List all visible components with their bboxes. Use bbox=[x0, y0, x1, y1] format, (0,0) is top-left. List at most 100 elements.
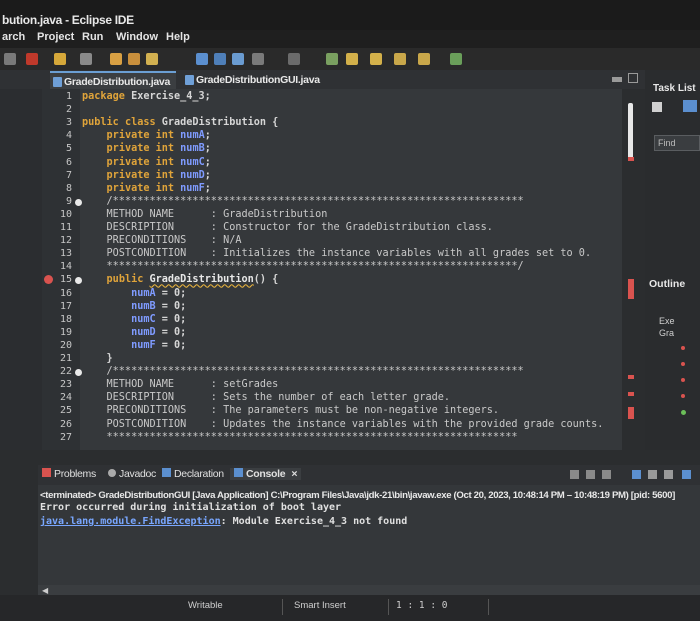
new-task-icon[interactable] bbox=[652, 102, 662, 112]
code-line[interactable]: } bbox=[82, 353, 113, 364]
line-number: 13 bbox=[59, 248, 72, 260]
outline-item[interactable]: Gra bbox=[659, 328, 674, 338]
marker[interactable] bbox=[628, 392, 634, 396]
line-number: 12 bbox=[59, 235, 72, 247]
forward-icon[interactable] bbox=[394, 53, 406, 65]
code-line[interactable]: public class GradeDistribution { bbox=[82, 117, 278, 128]
code-line[interactable]: /***************************************… bbox=[82, 196, 524, 207]
find-input[interactable]: Find bbox=[654, 135, 700, 151]
code-line[interactable]: public GradeDistribution() { bbox=[82, 274, 279, 285]
code-line[interactable]: ****************************************… bbox=[82, 261, 524, 272]
tab-declaration[interactable]: Declaration bbox=[162, 468, 224, 480]
java-file-icon bbox=[53, 77, 62, 87]
previous-edit-icon[interactable] bbox=[346, 53, 358, 65]
outline-title[interactable]: Outline bbox=[649, 278, 685, 290]
highlight-icon[interactable] bbox=[196, 53, 208, 65]
word-wrap-icon[interactable] bbox=[664, 470, 673, 479]
code-line[interactable]: DESCRIPTION : Constructor for the GradeD… bbox=[82, 222, 493, 233]
code-line[interactable]: private int numA; bbox=[82, 130, 211, 141]
scroll-left-icon[interactable]: ◀ bbox=[42, 586, 48, 595]
field-dot-icon bbox=[681, 346, 685, 350]
remove-all-icon[interactable] bbox=[602, 470, 611, 479]
code-line[interactable]: PRECONDITIONS : N/A bbox=[82, 235, 242, 246]
code-line[interactable]: numC = 0; bbox=[82, 314, 186, 325]
code-line[interactable]: /***************************************… bbox=[82, 366, 524, 377]
arrow-right-icon[interactable] bbox=[418, 53, 430, 65]
menu-search[interactable]: arch bbox=[2, 31, 25, 43]
new-icon[interactable] bbox=[54, 53, 66, 65]
code-editor[interactable]: 1 2 3 4 5 6 7 8 9 10 11 12 13 14 15 16 17 18 19 20 21 22 23 24 2… bbox=[42, 89, 635, 450]
tab-console[interactable]: Console × bbox=[230, 468, 302, 480]
code-line[interactable]: ****************************************… bbox=[82, 432, 518, 443]
menu-help[interactable]: Help bbox=[166, 31, 190, 43]
exception-link[interactable]: java.lang.module.FindException bbox=[40, 516, 221, 527]
tab-grade-distribution-gui[interactable]: GradeDistributionGUI.java bbox=[182, 71, 322, 89]
menu-project[interactable]: Project bbox=[37, 31, 74, 43]
bug-icon[interactable] bbox=[26, 53, 38, 65]
code-line[interactable]: POSTCONDITION : Initializes the instance… bbox=[82, 248, 592, 259]
menu-window[interactable]: Window bbox=[116, 31, 158, 43]
code-line[interactable]: private int numB; bbox=[82, 143, 211, 154]
divider bbox=[488, 599, 489, 615]
marker[interactable] bbox=[628, 157, 634, 161]
line-number: 6 bbox=[65, 156, 72, 168]
annotation-icon[interactable] bbox=[288, 53, 300, 65]
code-line[interactable]: numB = 0; bbox=[82, 301, 186, 312]
toolbar-icon[interactable] bbox=[4, 53, 16, 65]
perspective-icon[interactable] bbox=[450, 53, 462, 65]
block-select-icon[interactable] bbox=[214, 53, 226, 65]
pencil-icon[interactable] bbox=[146, 53, 158, 65]
overview-ruler bbox=[622, 89, 640, 450]
mark-occurrences-icon[interactable] bbox=[232, 53, 244, 65]
show-whitespace-icon[interactable] bbox=[252, 53, 264, 65]
exception-message: : Module Exercise_4_3 not found bbox=[220, 516, 408, 527]
fold-collapse-icon[interactable] bbox=[75, 369, 82, 377]
terminate-icon[interactable] bbox=[570, 470, 579, 479]
tab-label: Console bbox=[246, 468, 286, 480]
code-line[interactable]: DESCRIPTION : Sets the number of each le… bbox=[82, 392, 450, 403]
fold-collapse-icon[interactable] bbox=[75, 198, 82, 206]
task-list-title[interactable]: Task List bbox=[653, 83, 696, 94]
code-line[interactable]: METHOD NAME : setGrades bbox=[82, 379, 279, 390]
tab-javadoc[interactable]: Javadoc bbox=[108, 468, 156, 480]
scroll-lock-icon[interactable] bbox=[648, 470, 657, 479]
fold-collapse-icon[interactable] bbox=[75, 277, 82, 285]
code-line[interactable]: numD = 0; bbox=[82, 327, 186, 338]
line-number: 4 bbox=[65, 130, 72, 142]
clear-console-icon[interactable] bbox=[632, 470, 641, 479]
tab-problems[interactable]: Problems bbox=[42, 468, 96, 480]
tab-label: GradeDistributionGUI.java bbox=[196, 74, 320, 86]
tab-grade-distribution[interactable]: GradeDistribution.java × bbox=[50, 71, 176, 106]
maximize-icon[interactable] bbox=[628, 73, 638, 83]
menu-run[interactable]: Run bbox=[82, 31, 103, 43]
divider bbox=[282, 599, 283, 615]
marker[interactable] bbox=[628, 279, 634, 299]
console-output[interactable]: <terminated> GradeDistributionGUI [Java … bbox=[38, 485, 700, 595]
next-annotation-icon[interactable] bbox=[326, 53, 338, 65]
console-horizontal-scrollbar[interactable]: ◀ bbox=[38, 585, 700, 595]
remove-launch-icon[interactable] bbox=[586, 470, 595, 479]
close-icon[interactable]: × bbox=[291, 468, 297, 480]
minimize-icon[interactable] bbox=[612, 77, 622, 82]
code-line[interactable]: numA = 0; bbox=[82, 288, 186, 299]
filter-icon[interactable] bbox=[683, 100, 697, 112]
marker[interactable] bbox=[628, 407, 634, 419]
code-line[interactable]: private int numF; bbox=[82, 183, 211, 194]
code-line[interactable]: private int numD; bbox=[82, 170, 211, 181]
code-line[interactable]: package Exercise_4_3; bbox=[82, 91, 211, 102]
open-type-icon[interactable] bbox=[128, 53, 140, 65]
back-icon[interactable] bbox=[370, 53, 382, 65]
code-line[interactable]: numF = 0; bbox=[82, 340, 186, 351]
scroll-thumb[interactable] bbox=[628, 103, 633, 161]
console-error-line: Error occurred during initialization of … bbox=[40, 502, 342, 513]
marker[interactable] bbox=[628, 375, 634, 379]
code-line[interactable]: METHOD NAME : GradeDistribution bbox=[82, 209, 328, 220]
code-line[interactable]: private int numC; bbox=[82, 157, 211, 168]
open-folder-icon[interactable] bbox=[110, 53, 122, 65]
code-line[interactable]: PRECONDITIONS : The parameters must be n… bbox=[82, 405, 500, 416]
code-line[interactable]: POSTCONDITION : Updates the instance var… bbox=[82, 419, 604, 430]
pin-console-icon[interactable] bbox=[682, 470, 691, 479]
window-title: bution.java - Eclipse IDE bbox=[2, 13, 134, 27]
outline-item[interactable]: Exe bbox=[659, 316, 675, 326]
gear-icon[interactable] bbox=[80, 53, 92, 65]
